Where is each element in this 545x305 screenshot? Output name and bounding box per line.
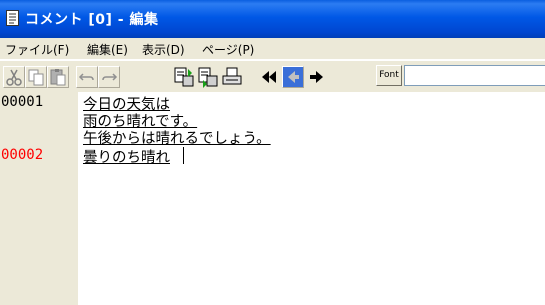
paste-icon[interactable]	[47, 66, 69, 88]
menu-page[interactable]: ページ(P)	[202, 41, 254, 58]
next-page-icon[interactable]	[306, 66, 328, 88]
redo-icon[interactable]	[98, 66, 120, 88]
window-title: コメント [0] - 編集	[25, 12, 159, 28]
print-icon[interactable]	[221, 66, 243, 88]
text-caret	[183, 147, 184, 164]
text-line: 午後からは晴れるでしょう。	[83, 131, 271, 147]
menu-file[interactable]: ファイル(F)	[5, 41, 69, 58]
font-button[interactable]: Font	[376, 65, 402, 86]
undo-icon[interactable]	[76, 66, 98, 88]
menu-edit[interactable]: 編集(E)	[87, 41, 128, 58]
export-icon[interactable]	[197, 66, 219, 88]
editor-window: コメント [0] - 編集 ファイル(F) 編集(E) 表示(D) ページ(P)	[0, 0, 545, 305]
line-number: 00001	[1, 94, 44, 110]
toolbar-input[interactable]	[404, 65, 545, 86]
title-bar[interactable]: コメント [0] - 編集	[0, 0, 545, 38]
copy-icon[interactable]	[25, 66, 47, 88]
text-line: 曇りのち晴れ	[83, 150, 170, 166]
menu-view[interactable]: 表示(D)	[142, 41, 185, 58]
text-editor[interactable]: 今日の天気は 雨のち晴れです。 午後からは晴れるでしょう。 曇りのち晴れ	[78, 92, 545, 305]
import-icon[interactable]	[173, 66, 195, 88]
menu-bar: ファイル(F) 編集(E) 表示(D) ページ(P)	[0, 38, 545, 60]
line-number-gutter: 00001 00002	[0, 92, 78, 305]
cut-icon[interactable]	[3, 66, 25, 88]
toolbar: Font	[0, 60, 545, 93]
first-page-icon[interactable]	[258, 66, 280, 88]
line-number: 00002	[1, 147, 44, 163]
prev-page-icon[interactable]	[282, 66, 304, 88]
document-icon	[6, 10, 19, 26]
